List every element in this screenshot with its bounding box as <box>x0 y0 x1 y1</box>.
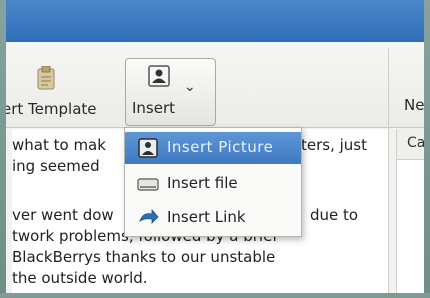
menu-item-insert-file[interactable]: Insert file <box>125 168 301 200</box>
editor-line: what to mak <box>12 135 106 156</box>
file-icon <box>137 178 159 191</box>
app-window: ert Template ⌄ Insert Ne Cat what to mak… <box>6 0 424 293</box>
editor-text-tail: ters, just <box>301 136 367 154</box>
editor-line: BlackBerrys thanks to our unstable <box>12 247 275 268</box>
category-header-label: Cat <box>407 135 424 151</box>
insert-template-label: ert Template <box>6 100 97 118</box>
person-icon <box>138 138 158 158</box>
editor-text: BlackBerrys thanks to our unstable <box>12 248 276 266</box>
menu-item-label: Insert file <box>167 174 238 192</box>
editor-text: what to mak <box>12 136 106 154</box>
window-frame-right <box>424 0 430 298</box>
editor-text: ing seemed <box>12 157 100 175</box>
category-header[interactable]: Cat <box>397 129 424 160</box>
template-icon <box>37 66 55 90</box>
editor-line: ver went dow <box>12 205 114 226</box>
editor-text: the outside world. <box>12 269 148 287</box>
menu-item-label: Insert Picture <box>167 138 274 156</box>
menu-item-insert-picture[interactable]: Insert Picture <box>125 132 301 164</box>
menu-item-label: Insert Link <box>167 208 246 226</box>
title-bar <box>6 0 424 42</box>
editor-line: ing seemed <box>12 156 100 177</box>
editor-text: ver went dow <box>12 206 114 224</box>
right-toolbar-label[interactable]: Ne <box>404 96 424 114</box>
editor-line: the outside world. <box>12 268 148 289</box>
editor-text-tail: due to <box>310 206 359 224</box>
person-icon <box>148 65 170 87</box>
insert-template-button[interactable]: ert Template <box>6 60 124 126</box>
category-panel: Cat <box>396 129 424 293</box>
insert-menu: Insert Picture Insert file Insert Link <box>124 127 302 237</box>
menu-item-insert-link[interactable]: Insert Link <box>125 202 301 234</box>
link-arrow-icon <box>139 208 159 224</box>
insert-dropdown-button[interactable]: ⌄ Insert <box>125 58 216 126</box>
chevron-down-icon[interactable]: ⌄ <box>184 79 196 95</box>
window-frame-bottom <box>0 293 430 298</box>
insert-label: Insert <box>132 99 176 117</box>
panel-divider <box>388 48 389 293</box>
